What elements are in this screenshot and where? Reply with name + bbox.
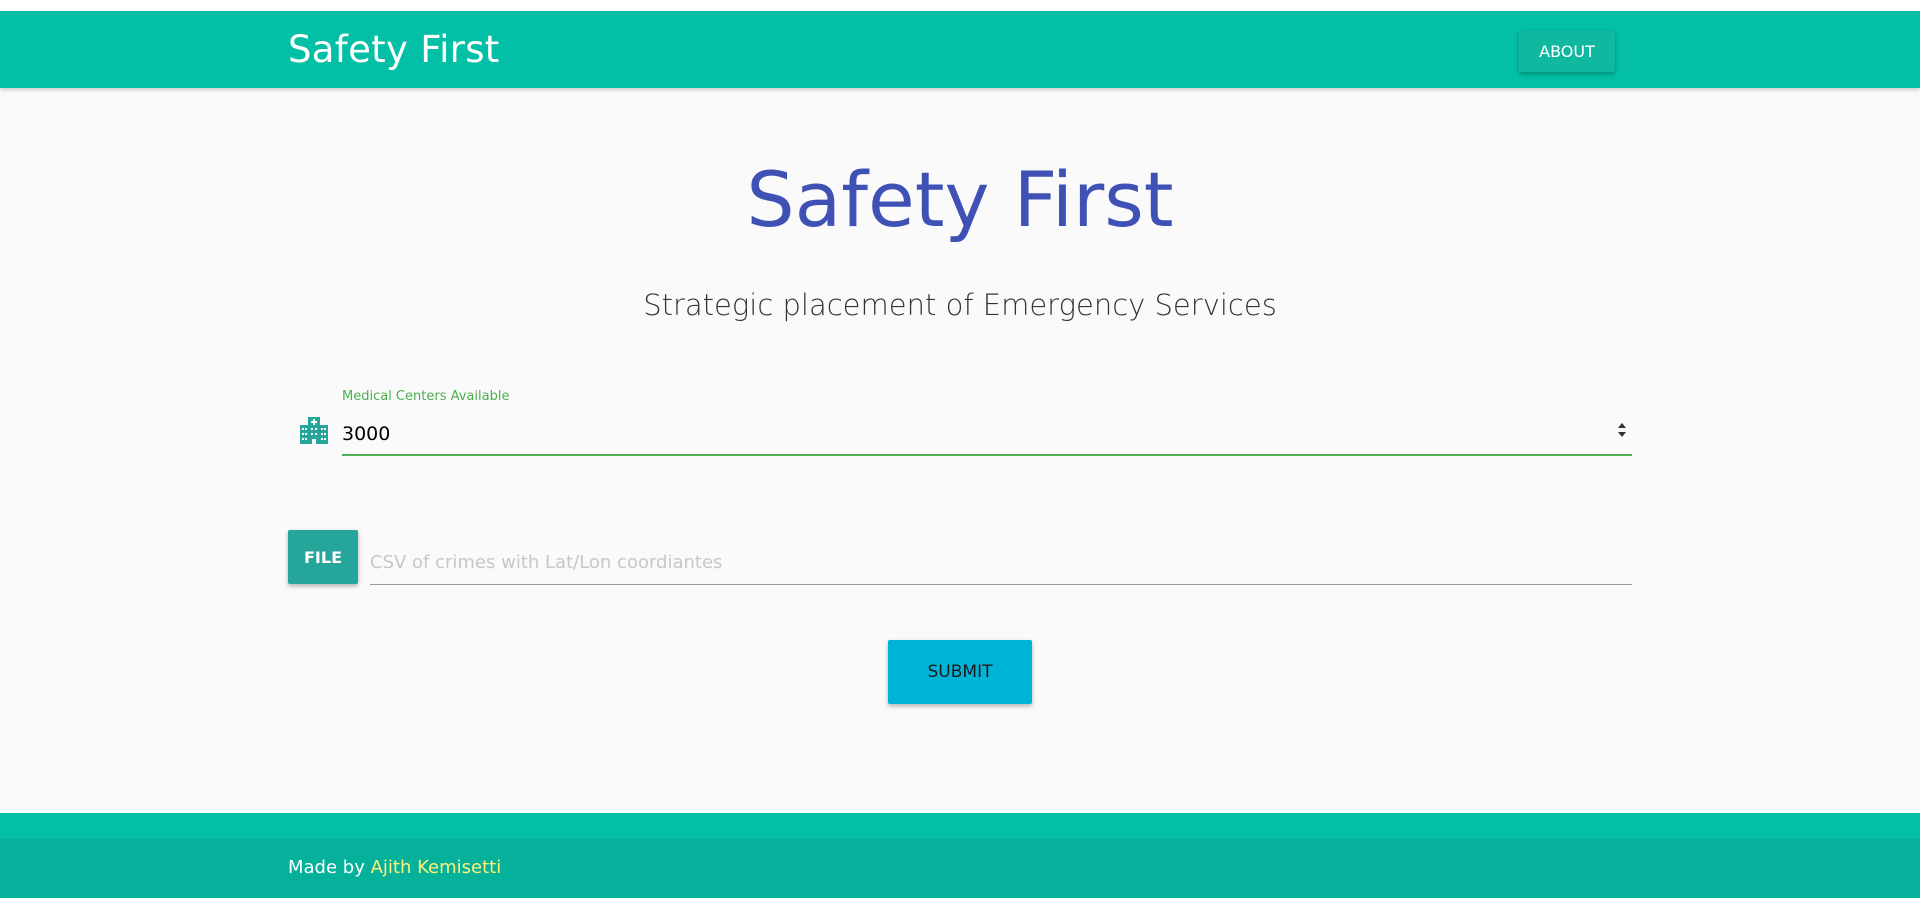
submit-button[interactable]: SUBMIT — [888, 640, 1032, 704]
medical-centers-label: Medical Centers Available — [342, 389, 510, 404]
page-title: Safety First — [746, 155, 1174, 244]
footer-band — [0, 813, 1920, 839]
page-subtitle: Strategic placement of Emergency Service… — [643, 288, 1277, 322]
file-button[interactable]: FILE — [288, 530, 358, 584]
browser-top-strip — [0, 0, 1920, 11]
about-button[interactable]: ABOUT — [1519, 30, 1615, 72]
file-path-input[interactable] — [370, 540, 1632, 585]
author-link[interactable]: Ajith Kemisetti — [371, 857, 502, 878]
footer: Made by Ajith Kemisetti — [0, 839, 1920, 898]
brand-logo[interactable]: Safety First — [288, 28, 500, 71]
hospital-icon — [300, 417, 328, 444]
number-spinner[interactable] — [1614, 418, 1630, 442]
footer-made-by: Made by — [288, 857, 365, 878]
medical-centers-input[interactable] — [342, 414, 1632, 456]
footer-credit: Made by Ajith Kemisetti — [288, 857, 501, 878]
navbar: Safety First ABOUT — [0, 11, 1920, 88]
